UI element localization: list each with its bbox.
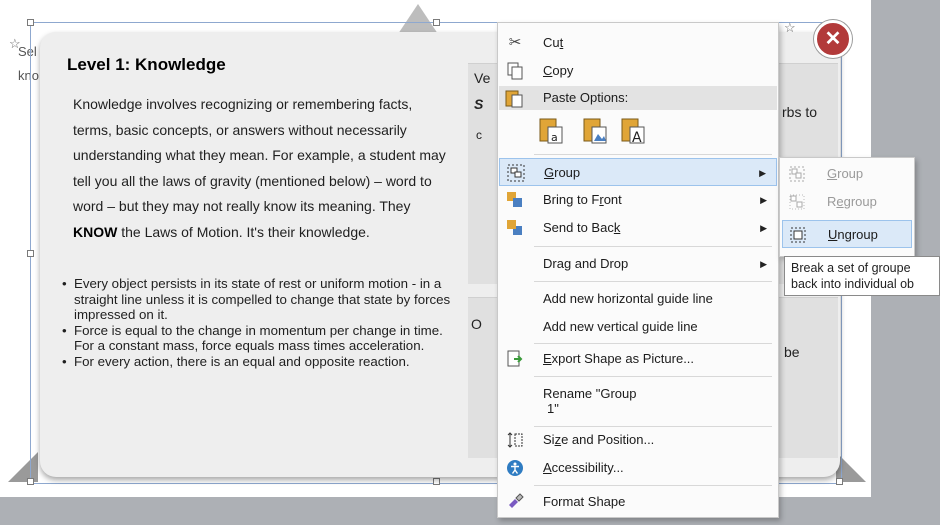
bullet-item: Force is equal to the change in momentum… [62, 323, 452, 354]
bullet-item: Every object persists in its state of re… [62, 276, 452, 323]
resize-handle-bottom-right[interactable] [836, 478, 843, 485]
resize-handle-bottom-left[interactable] [27, 478, 34, 485]
group-icon [789, 166, 807, 182]
paste-text-only-icon[interactable]: A [620, 115, 646, 146]
resize-handle-top-middle[interactable] [433, 19, 440, 26]
card-paragraph: Knowledge involves recognizing or rememb… [73, 92, 453, 245]
submenu-item-label: Regroup [827, 194, 877, 209]
menu-item-bring-to-front[interactable]: Bring to Front ▶ [499, 186, 777, 214]
menu-item-add-vertical-guide[interactable]: Add new vertical guide line [499, 313, 777, 341]
ungroup-tooltip: Break a set of groupe back into individu… [784, 256, 940, 296]
paragraph-text: the Laws of Motion. It's their knowledge… [117, 223, 370, 240]
paste-keep-formatting-icon[interactable]: a [538, 115, 564, 145]
scissors-icon: ✂ [508, 34, 522, 51]
close-button[interactable]: ✕ [814, 20, 852, 58]
fragment-text: c [476, 128, 482, 142]
menu-item-label: Bring to Front [543, 192, 622, 207]
export-picture-icon [505, 350, 525, 368]
menu-separator [534, 154, 772, 155]
menu-item-label: Rename "Group 1" [543, 386, 637, 416]
paste-picture-icon[interactable] [582, 115, 608, 145]
menu-item-group[interactable]: Group ▶ [499, 158, 777, 186]
menu-separator [534, 246, 772, 247]
menu-item-rename[interactable]: Rename "Group 1" [499, 379, 777, 423]
workspace-gray-bottom [0, 497, 940, 525]
menu-item-drag-and-drop[interactable]: Drag and Drop ▶ [499, 250, 777, 278]
submenu-arrow-icon: ▶ [760, 259, 767, 269]
paste-options-label: Paste Options: [543, 90, 629, 105]
submenu-item-label: Group [827, 166, 864, 181]
accessibility-icon [505, 459, 525, 477]
copy-icon [505, 62, 525, 80]
fragment-text: O [471, 316, 482, 332]
menu-item-format-shape[interactable]: Format Shape [499, 488, 777, 516]
tooltip-line: Break a set of groupe [791, 261, 911, 275]
laws-bullet-list: Every object persists in its state of re… [62, 276, 452, 370]
menu-item-label: Copy [543, 63, 574, 78]
send-to-back-icon [505, 219, 525, 237]
resize-handle-bottom-middle[interactable] [433, 478, 440, 485]
fragment-text: Ve [474, 70, 491, 86]
fragment-text: be [784, 344, 800, 360]
rename-line: Rename "Group [543, 386, 637, 401]
menu-item-label: Size and Position... [543, 432, 655, 447]
menu-item-label: Cut [543, 35, 564, 50]
menu-item-export-shape[interactable]: Export Shape as Picture... [499, 345, 777, 373]
ungroup-icon [790, 227, 808, 243]
rename-line: 1" [547, 401, 559, 416]
menu-item-label: Accessibility... [543, 460, 624, 475]
card-title: Level 1: Knowledge [67, 55, 226, 74]
fragment-text: rbs to [782, 104, 818, 120]
bullet-item: For every action, there is an equal and … [62, 354, 452, 370]
menu-item-label: Add new horizontal guide line [543, 291, 713, 306]
paragraph-text: Knowledge involves recognizing or rememb… [73, 96, 446, 214]
menu-item-cut[interactable]: ✂ Cut [499, 29, 777, 57]
menu-item-label: Drag and Drop [543, 256, 629, 271]
tooltip-line: back into individual ob [791, 277, 914, 291]
submenu-arrow-icon: ▶ [760, 195, 767, 205]
menu-separator [534, 485, 772, 486]
bring-to-front-icon [505, 191, 525, 209]
menu-separator [534, 376, 772, 377]
submenu-arrow-icon: ▶ [760, 223, 767, 233]
menu-item-send-to-back[interactable]: Send to Back ▶ [499, 214, 777, 242]
context-menu: ✂ Cut Copy Paste Options: a A Group ▶ Br… [497, 22, 779, 518]
menu-separator [534, 281, 772, 282]
submenu-item-label: Ungroup [828, 227, 878, 242]
submenu-item-regroup[interactable]: Regroup [782, 188, 912, 216]
resize-handle-top-left[interactable] [27, 19, 34, 26]
paste-icon [504, 88, 524, 116]
star-icon: ☆ [9, 36, 21, 51]
group-icon [506, 164, 526, 182]
menu-item-label: Format Shape [543, 494, 626, 509]
menu-item-label: Add new vertical guide line [543, 319, 698, 334]
menu-item-label: Group [544, 165, 581, 180]
submenu-arrow-icon: ▶ [759, 168, 766, 178]
svg-text:A: A [632, 130, 642, 145]
format-shape-icon [505, 493, 525, 511]
menu-item-copy[interactable]: Copy [499, 57, 777, 85]
size-position-icon [505, 431, 525, 449]
group-submenu: Group Regroup Ungroup [779, 157, 915, 257]
menu-item-add-horizontal-guide[interactable]: Add new horizontal guide line [499, 285, 777, 313]
fragment-text: S [474, 96, 484, 112]
menu-item-size-and-position[interactable]: Size and Position... [499, 426, 777, 454]
regroup-icon [789, 194, 807, 210]
menu-item-accessibility[interactable]: Accessibility... [499, 454, 777, 482]
menu-separator [534, 343, 772, 344]
close-icon: ✕ [824, 28, 842, 50]
menu-item-label: Export Shape as Picture... [543, 351, 695, 366]
menu-item-label: Send to Back [543, 220, 621, 235]
svg-text:a: a [551, 131, 558, 144]
resize-handle-left-middle[interactable] [27, 250, 34, 257]
paste-options-header: Paste Options: [499, 86, 777, 110]
submenu-item-ungroup[interactable]: Ungroup [782, 220, 912, 248]
paragraph-bold-word: KNOW [73, 223, 118, 240]
submenu-item-group[interactable]: Group [782, 160, 912, 188]
